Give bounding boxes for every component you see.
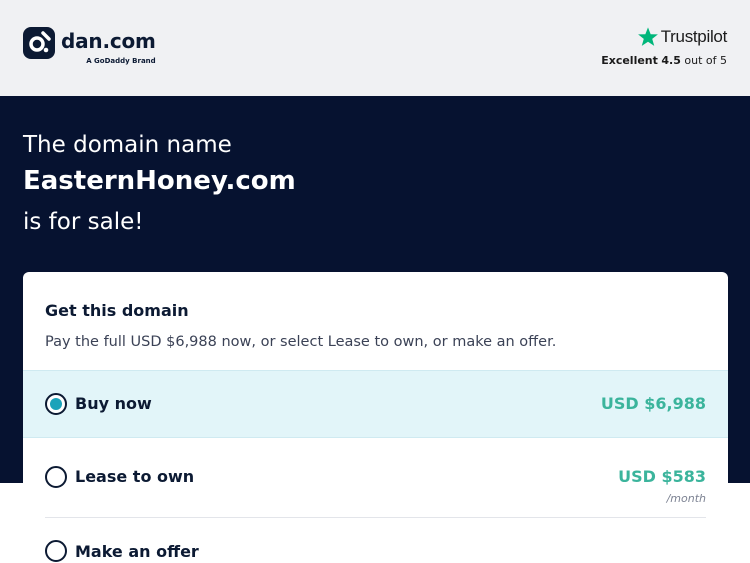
card-description: Pay the full USD $6,988 now, or select L… bbox=[45, 334, 557, 350]
buy-now-radio[interactable] bbox=[45, 393, 67, 415]
make-offer-label: Make an offer bbox=[75, 542, 199, 561]
option-lease-to-own[interactable]: Lease to own USD $583 /month bbox=[23, 438, 728, 516]
trustpilot-name: Trustpilot bbox=[660, 27, 728, 46]
trustpilot-badge[interactable]: Trustpilot Excellent 4.5 out of 5 bbox=[601, 26, 727, 67]
option-make-offer[interactable]: Make an offer bbox=[23, 518, 728, 563]
trustpilot-score: 4.5 bbox=[661, 54, 681, 67]
lease-price-unit: /month bbox=[666, 492, 706, 505]
domain-name: EasternHoney.com bbox=[23, 166, 296, 196]
buy-now-label: Buy now bbox=[75, 394, 152, 413]
trustpilot-star-icon bbox=[637, 27, 658, 46]
option-buy-now[interactable]: Buy now USD $6,988 bbox=[23, 370, 728, 438]
buy-now-price: USD $6,988 bbox=[600, 394, 706, 413]
hero-for-sale: is for sale! bbox=[23, 209, 144, 235]
hero-intro: The domain name bbox=[23, 132, 232, 158]
make-offer-radio[interactable] bbox=[45, 540, 67, 562]
logo-name: dan.com bbox=[61, 29, 156, 53]
lease-to-own-label: Lease to own bbox=[75, 467, 195, 486]
card-title: Get this domain bbox=[45, 301, 189, 320]
trustpilot-rating-label: Excellent bbox=[601, 54, 658, 67]
lease-to-own-radio[interactable] bbox=[45, 466, 67, 488]
top-bar: dan.com A GoDaddy Brand Trustpilot Excel… bbox=[0, 0, 750, 96]
dan-logo-icon bbox=[23, 27, 55, 59]
purchase-card: Get this domain Pay the full USD $6,988 … bbox=[23, 272, 728, 563]
dan-logo[interactable]: dan.com A GoDaddy Brand bbox=[23, 27, 156, 65]
trustpilot-suffix: out of 5 bbox=[684, 54, 727, 67]
lease-price: USD $583 bbox=[618, 467, 706, 486]
trustpilot-rating: Excellent 4.5 out of 5 bbox=[601, 54, 727, 67]
logo-subtitle: A GoDaddy Brand bbox=[86, 57, 156, 65]
